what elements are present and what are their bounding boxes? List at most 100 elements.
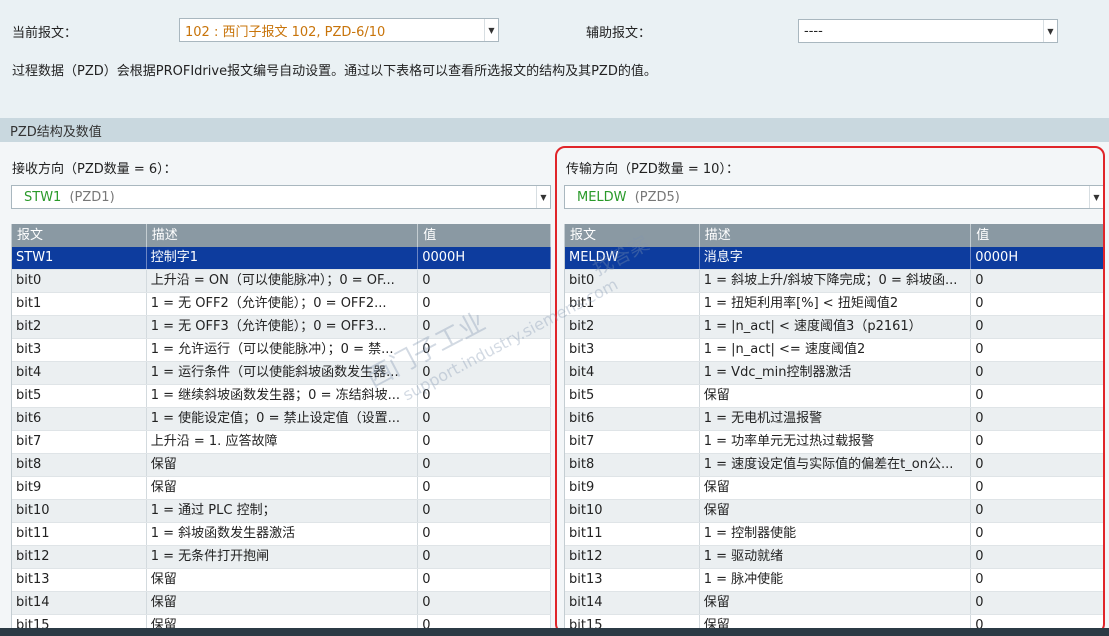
table-row[interactable]: bit13 1 = 脉冲使能 0 — [565, 569, 1104, 592]
table-row[interactable]: bit11 1 = 斜坡函数发生器激活 0 — [12, 523, 551, 546]
description-cell: 保留 — [700, 592, 972, 614]
section-title: PZD结构及数值 — [10, 124, 102, 140]
pzd-description: 过程数据（PZD）会根据PROFIdrive报文编号自动设置。通过以下表格可以查… — [12, 64, 657, 79]
table-row[interactable]: bit3 1 = 允许运行（可以使能脉冲）；0 = 禁... 0 — [12, 339, 551, 362]
table-row[interactable]: bit11 1 = 控制器使能 0 — [565, 523, 1104, 546]
column-header[interactable]: 描述 — [700, 224, 972, 247]
value-cell: 0 — [971, 500, 1104, 522]
current-telegram-select[interactable]: 102 : 西门子报文 102, PZD-6/10 ▼ — [179, 18, 499, 42]
table-row[interactable]: MELDW 消息字 0000H — [565, 247, 1104, 270]
table-row[interactable]: bit8 保留 0 — [12, 454, 551, 477]
description-cell: 1 = 无 OFF2（允许使能）；0 = OFF2... — [147, 293, 419, 315]
description-cell: 1 = 驱动就绪 — [700, 546, 972, 568]
signal-cell: bit13 — [565, 569, 700, 591]
table-row[interactable]: bit12 1 = 无条件打开抱闸 0 — [12, 546, 551, 569]
aux-telegram-value: ---- — [804, 23, 823, 39]
signal-cell: bit11 — [12, 523, 147, 545]
description-cell: 保留 — [700, 385, 972, 407]
table-row[interactable]: bit2 1 = |n_act| < 速度阈值3（p2161） 0 — [565, 316, 1104, 339]
table-row[interactable]: bit5 保留 0 — [565, 385, 1104, 408]
description-cell: 1 = 扭矩利用率[%] < 扭矩阈值2 — [700, 293, 972, 315]
table-row[interactable]: bit2 1 = 无 OFF3（允许使能）；0 = OFF3... 0 — [12, 316, 551, 339]
description-cell: 消息字 — [700, 247, 972, 269]
table-row[interactable]: bit10 保留 0 — [565, 500, 1104, 523]
signal-cell: bit8 — [12, 454, 147, 476]
chevron-down-icon[interactable]: ▼ — [536, 186, 550, 208]
signal-cell: bit2 — [565, 316, 700, 338]
value-cell: 0 — [418, 454, 551, 476]
value-cell: 0 — [971, 362, 1104, 384]
value-cell: 0 — [971, 385, 1104, 407]
signal-cell: bit6 — [565, 408, 700, 430]
signal-cell: bit1 — [12, 293, 147, 315]
table-row[interactable]: bit4 1 = 运行条件（可以使能斜坡函数发生器... 0 — [12, 362, 551, 385]
signal-cell: bit5 — [565, 385, 700, 407]
table-row[interactable]: bit0 1 = 斜坡上升/斜坡下降完成；0 = 斜坡函... 0 — [565, 270, 1104, 293]
table-row[interactable]: bit9 保留 0 — [12, 477, 551, 500]
table-row[interactable]: bit1 1 = 扭矩利用率[%] < 扭矩阈值2 0 — [565, 293, 1104, 316]
signal-cell: bit3 — [12, 339, 147, 361]
value-cell: 0 — [418, 546, 551, 568]
table-row[interactable]: bit10 1 = 通过 PLC 控制； 0 — [12, 500, 551, 523]
description-cell: 1 = 运行条件（可以使能斜坡函数发生器... — [147, 362, 419, 384]
description-cell: 保留 — [147, 477, 419, 499]
bottom-bar — [0, 628, 1109, 636]
aux-telegram-label: 辅助报文： — [586, 26, 652, 41]
table-row[interactable]: bit9 保留 0 — [565, 477, 1104, 500]
column-header[interactable]: 值 — [971, 224, 1104, 247]
value-cell: 0 — [418, 408, 551, 430]
signal-cell: bit11 — [565, 523, 700, 545]
signal-cell: MELDW — [565, 247, 700, 269]
chevron-down-icon[interactable]: ▼ — [484, 19, 498, 41]
chevron-down-icon[interactable]: ▼ — [1089, 186, 1103, 208]
table-row[interactable]: bit6 1 = 无电机过温报警 0 — [565, 408, 1104, 431]
description-cell: 1 = 允许运行（可以使能脉冲）；0 = 禁... — [147, 339, 419, 361]
description-cell: 保留 — [700, 477, 972, 499]
description-cell: 1 = 使能设定值；0 = 禁止设定值（设置... — [147, 408, 419, 430]
table-row[interactable]: bit7 1 = 功率单元无过热过载报警 0 — [565, 431, 1104, 454]
value-cell: 0 — [971, 477, 1104, 499]
current-telegram-label: 当前报文： — [12, 26, 78, 41]
aux-telegram-select[interactable]: ---- ▼ — [798, 19, 1058, 43]
description-cell: 1 = Vdc_min控制器激活 — [700, 362, 972, 384]
value-cell: 0000H — [971, 247, 1104, 269]
description-cell: 保留 — [700, 500, 972, 522]
column-header[interactable]: 描述 — [147, 224, 419, 247]
column-header[interactable]: 报文 — [12, 224, 147, 247]
value-cell: 0 — [971, 293, 1104, 315]
value-cell: 0 — [971, 454, 1104, 476]
table-row[interactable]: bit0 上升沿 = ON（可以使能脉冲）；0 = OF... 0 — [12, 270, 551, 293]
value-cell: 0 — [418, 477, 551, 499]
value-cell: 0 — [971, 592, 1104, 614]
description-cell: 1 = |n_act| <= 速度阈值2 — [700, 339, 972, 361]
description-cell: 1 = |n_act| < 速度阈值3（p2161） — [700, 316, 972, 338]
table-row[interactable]: bit14 保留 0 — [565, 592, 1104, 615]
value-cell: 0 — [418, 523, 551, 545]
value-cell: 0 — [971, 523, 1104, 545]
value-cell: 0 — [971, 270, 1104, 292]
column-header[interactable]: 报文 — [565, 224, 700, 247]
table-row[interactable]: bit7 上升沿 = 1. 应答故障 0 — [12, 431, 551, 454]
signal-cell: bit8 — [565, 454, 700, 476]
value-cell: 0 — [418, 293, 551, 315]
table-row[interactable]: bit6 1 = 使能设定值；0 = 禁止设定值（设置... 0 — [12, 408, 551, 431]
table-row[interactable]: bit14 保留 0 — [12, 592, 551, 615]
description-cell: 1 = 无 OFF3（允许使能）；0 = OFF3... — [147, 316, 419, 338]
description-cell: 1 = 无电机过温报警 — [700, 408, 972, 430]
table-row[interactable]: bit5 1 = 继续斜坡函数发生器；0 = 冻结斜坡... 0 — [12, 385, 551, 408]
transmit-pzd-select[interactable]: MELDW (PZD5) ▼ — [564, 185, 1104, 209]
receive-pzd-select[interactable]: STW1 (PZD1) ▼ — [11, 185, 551, 209]
description-cell: 1 = 斜坡上升/斜坡下降完成；0 = 斜坡函... — [700, 270, 972, 292]
signal-cell: STW1 — [12, 247, 147, 269]
receive-table: 报文 描述值 STW1 控制字1 0000H bit0 上升沿 = ON（可以使能脉冲）；0… — [11, 224, 551, 636]
table-row[interactable]: bit13 保留 0 — [12, 569, 551, 592]
table-row[interactable]: bit8 1 = 速度设定值与实际值的偏差在t_on公... 0 — [565, 454, 1104, 477]
table-row[interactable]: bit4 1 = Vdc_min控制器激活 0 — [565, 362, 1104, 385]
table-row[interactable]: STW1 控制字1 0000H — [12, 247, 551, 270]
table-row[interactable]: bit12 1 = 驱动就绪 0 — [565, 546, 1104, 569]
table-row[interactable]: bit1 1 = 无 OFF2（允许使能）；0 = OFF2... 0 — [12, 293, 551, 316]
column-header[interactable]: 值 — [418, 224, 551, 247]
chevron-down-icon[interactable]: ▼ — [1043, 20, 1057, 42]
table-row[interactable]: bit3 1 = |n_act| <= 速度阈值2 0 — [565, 339, 1104, 362]
signal-cell: bit7 — [12, 431, 147, 453]
